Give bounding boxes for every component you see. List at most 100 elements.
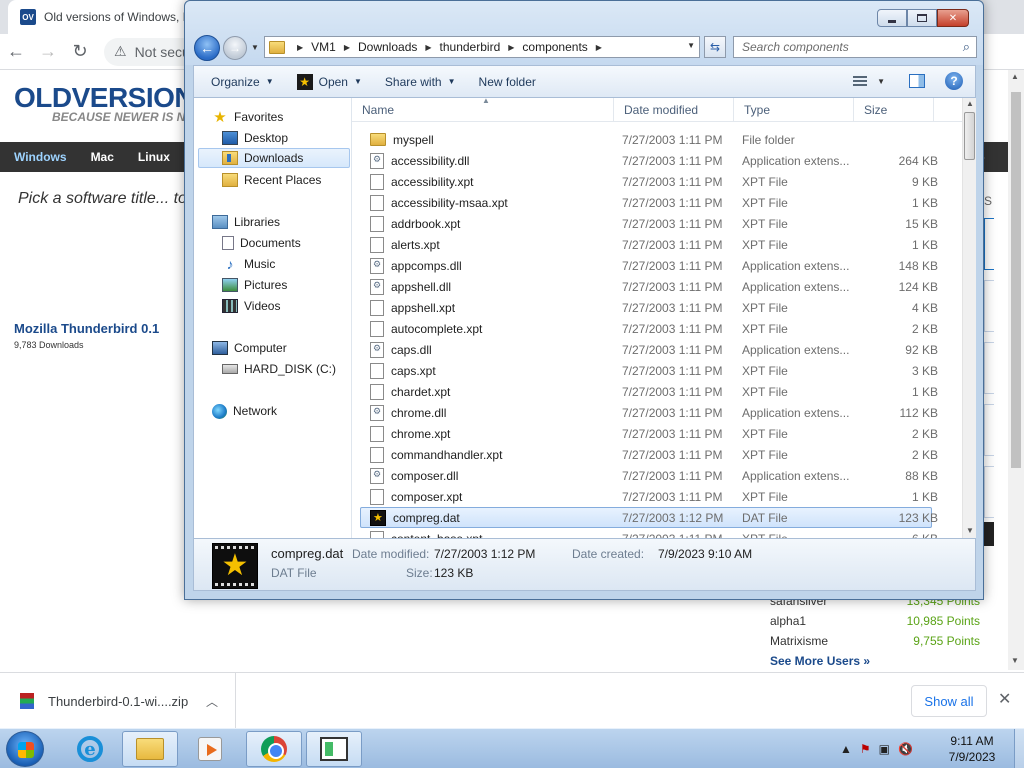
organize-button[interactable]: Organize ▼ — [211, 75, 274, 89]
breadcrumb-separator-icon[interactable]: ▶ — [596, 43, 602, 52]
nav-videos[interactable]: Videos — [222, 296, 280, 316]
scroll-up-icon[interactable]: ▲ — [966, 99, 974, 108]
nav-documents[interactable]: Documents — [222, 233, 301, 253]
breadcrumb-vm1[interactable]: VM1 — [311, 40, 336, 54]
breadcrumb-separator-icon[interactable]: ▶ — [425, 43, 431, 52]
site-nav-linux[interactable]: Linux — [138, 150, 170, 164]
nav-music[interactable]: ♪ Music — [222, 254, 276, 274]
top-user-row[interactable]: Matrixisme 9,755 Points — [770, 634, 980, 654]
page-scrollbar[interactable]: ▲ ▼ — [1008, 70, 1024, 670]
show-all-downloads-button[interactable]: Show all — [911, 685, 987, 717]
back-button[interactable]: ← — [194, 35, 220, 61]
action-center-flag-icon[interactable]: ⚑ — [860, 742, 871, 756]
file-row[interactable]: content_base.xpt 7/27/2003 1:11 PM XPT Fil… — [352, 528, 962, 538]
nav-pictures[interactable]: Pictures — [222, 275, 287, 295]
sidebar-box[interactable] — [984, 466, 994, 518]
nav-hard-disk[interactable]: HARD_DISK (C:) — [222, 359, 336, 379]
scroll-down-icon[interactable]: ▼ — [1011, 656, 1019, 665]
file-row[interactable]: autocomplete.xpt 7/27/2003 1:11 PM XPT Fil… — [352, 318, 962, 339]
breadcrumb-downloads[interactable]: Downloads — [358, 40, 417, 54]
file-row[interactable]: compreg.dat 7/27/2003 1:12 PM DAT File 123 … — [360, 507, 938, 528]
preview-pane-icon[interactable] — [909, 74, 925, 88]
nav-desktop[interactable]: Desktop — [222, 128, 288, 148]
file-row[interactable]: composer.xpt 7/27/2003 1:11 PM XPT File 1 K… — [352, 486, 962, 507]
browser-forward-icon[interactable]: → — [32, 36, 64, 68]
network-status-icon[interactable]: ▣ — [879, 742, 890, 756]
file-row[interactable]: composer.dll 7/27/2003 1:11 PM Application… — [352, 465, 962, 486]
file-row[interactable]: accessibility.dll 7/27/2003 1:11 PM Applic… — [352, 150, 962, 171]
show-desktop-button[interactable] — [1014, 729, 1024, 768]
scroll-up-icon[interactable]: ▲ — [1011, 72, 1019, 81]
column-header-type[interactable]: Type — [734, 98, 854, 122]
taskbar-media-player[interactable] — [182, 731, 238, 767]
close-button[interactable]: ✕ — [937, 9, 969, 27]
column-header-date[interactable]: Date modified — [614, 98, 734, 122]
column-header-name[interactable]: ▲ Name — [352, 98, 614, 122]
taskbar-chrome[interactable] — [246, 731, 302, 767]
view-options-chevron-icon[interactable]: ▼ — [877, 77, 885, 86]
site-nav-mac[interactable]: Mac — [91, 150, 114, 164]
page-scrollbar-thumb[interactable] — [1011, 92, 1021, 468]
system-clock[interactable]: 9:11 AM 7/9/2023 — [940, 733, 1004, 765]
nav-libraries[interactable]: Libraries — [212, 212, 280, 232]
breadcrumb-thunderbird[interactable]: thunderbird — [440, 40, 501, 54]
file-row[interactable]: accessibility-msaa.xpt 7/27/2003 1:11 PM X… — [352, 192, 962, 213]
close-download-shelf-icon[interactable]: ✕ — [998, 689, 1011, 709]
breadcrumb-separator-icon[interactable]: ▶ — [297, 43, 303, 52]
file-row[interactable]: addrbook.xpt 7/27/2003 1:11 PM XPT File 15 … — [352, 213, 962, 234]
recent-pages-chevron-icon[interactable]: ▼ — [251, 43, 259, 52]
address-dropdown-icon[interactable]: ▼ — [687, 41, 695, 50]
download-item[interactable]: Thunderbird-0.1-wi....zip ︿ — [0, 673, 236, 729]
scroll-down-icon[interactable]: ▼ — [966, 526, 974, 535]
sidebar-box[interactable] — [984, 342, 994, 394]
file-row[interactable]: myspell 7/27/2003 1:11 PM File folder — [352, 129, 962, 150]
file-row[interactable]: caps.dll 7/27/2003 1:11 PM Application ext… — [352, 339, 962, 360]
help-icon[interactable]: ? — [945, 72, 963, 90]
refresh-button[interactable]: ⇆ — [704, 36, 726, 58]
taskbar-internet-explorer[interactable]: e — [62, 731, 118, 767]
browser-reload-icon[interactable]: ↻ — [64, 36, 96, 68]
sidebar-box[interactable] — [984, 218, 994, 270]
new-folder-button[interactable]: New folder — [479, 75, 536, 89]
top-user-row[interactable]: alpha1 10,985 Points — [770, 614, 980, 634]
maximize-button[interactable] — [907, 9, 937, 27]
column-header-size[interactable]: Size — [854, 98, 934, 122]
file-row[interactable]: appshell.xpt 7/27/2003 1:11 PM XPT File 4 K… — [352, 297, 962, 318]
site-nav-windows[interactable]: Windows — [14, 150, 67, 164]
file-list-scrollbar[interactable]: ▲ ▼ — [962, 98, 976, 538]
breadcrumb-separator-icon[interactable]: ▶ — [508, 43, 514, 52]
tray-expand-icon[interactable]: ▲ — [840, 742, 852, 756]
file-row[interactable]: chardet.xpt 7/27/2003 1:11 PM XPT File 1 KB — [352, 381, 962, 402]
nav-favorites[interactable]: ★ Favorites — [212, 107, 283, 127]
file-row[interactable]: chrome.xpt 7/27/2003 1:11 PM XPT File 2 KB — [352, 423, 962, 444]
sidebar-box[interactable] — [984, 404, 994, 456]
product-title-link[interactable]: Mozilla Thunderbird 0.1 — [14, 321, 159, 336]
breadcrumb-components[interactable]: components — [522, 40, 587, 54]
search-input[interactable]: Search components ⌕ — [733, 36, 977, 58]
see-more-users-link[interactable]: See More Users » — [770, 654, 980, 668]
file-row[interactable]: appshell.dll 7/27/2003 1:11 PM Application… — [352, 276, 962, 297]
start-button[interactable] — [6, 731, 44, 767]
forward-button[interactable]: → — [223, 36, 247, 60]
breadcrumb-separator-icon[interactable]: ▶ — [344, 43, 350, 52]
address-bar[interactable]: ▶ VM1 ▶ Downloads ▶ thunderbird ▶ compon… — [264, 36, 700, 58]
open-button[interactable]: ★ Open ▼ — [296, 73, 362, 90]
minimize-button[interactable] — [877, 9, 907, 27]
file-row[interactable]: commandhandler.xpt 7/27/2003 1:11 PM XPT F… — [352, 444, 962, 465]
nav-downloads[interactable]: Downloads — [198, 148, 350, 168]
chevron-up-icon[interactable]: ︿ — [206, 693, 218, 710]
browser-back-icon[interactable]: ← — [0, 36, 32, 68]
nav-network[interactable]: Network — [212, 401, 277, 421]
file-list-scrollbar-thumb[interactable] — [964, 112, 975, 160]
file-row[interactable]: alerts.xpt 7/27/2003 1:11 PM XPT File 1 KB — [352, 234, 962, 255]
volume-muted-icon[interactable]: 🔇 — [898, 742, 913, 756]
file-row[interactable]: appcomps.dll 7/27/2003 1:11 PM Application… — [352, 255, 962, 276]
taskbar-windows-explorer[interactable] — [122, 731, 178, 767]
sidebar-box[interactable] — [984, 280, 994, 332]
file-row[interactable]: accessibility.xpt 7/27/2003 1:11 PM XPT Fi… — [352, 171, 962, 192]
taskbar-app[interactable] — [306, 731, 362, 767]
nav-computer[interactable]: Computer — [212, 338, 287, 358]
file-row[interactable]: caps.xpt 7/27/2003 1:11 PM XPT File 3 KB — [352, 360, 962, 381]
change-view-icon[interactable] — [853, 76, 868, 86]
nav-recent-places[interactable]: Recent Places — [222, 170, 321, 190]
